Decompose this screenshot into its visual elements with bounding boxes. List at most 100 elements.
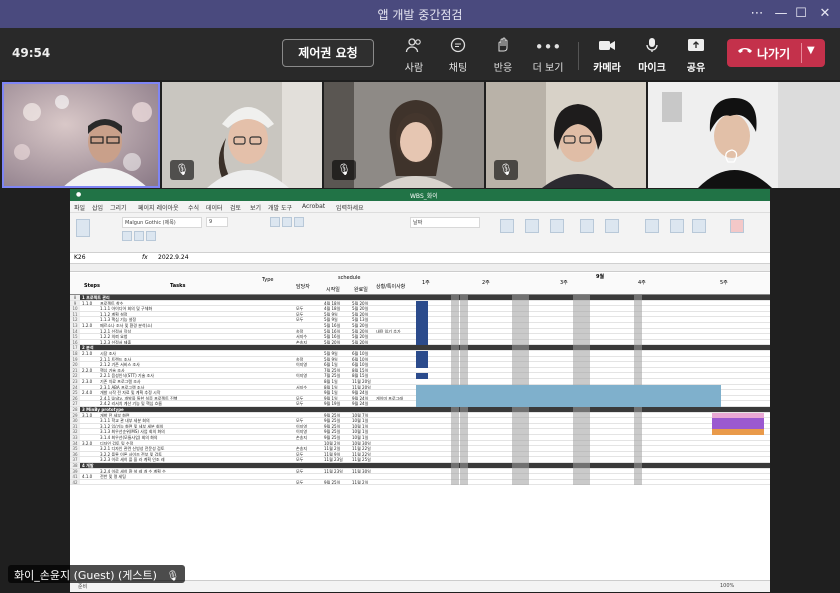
underline-icon[interactable]: [146, 231, 156, 241]
font-select[interactable]: Malgun Gothic (제목): [122, 217, 202, 228]
request-control-button[interactable]: 제어권 요청: [282, 39, 374, 67]
menu-item[interactable]: 데이터: [206, 203, 223, 212]
step-cell: 3.1.0: [82, 412, 93, 418]
camera-icon: [585, 37, 629, 57]
row-number: 36: [70, 451, 80, 456]
mic-label: 마이크: [638, 63, 666, 74]
acrobat-pdf-icon[interactable]: [730, 219, 744, 233]
gantt-bar: [416, 339, 429, 346]
participant-tile-4[interactable]: 🎙: [486, 82, 646, 188]
more-button[interactable]: ••• 더 보기: [526, 37, 570, 75]
leave-button[interactable]: 나가기 ▼: [727, 39, 825, 67]
table-row: 42 모두 9월 25일 11월 2일: [70, 479, 770, 486]
start-cell: 9월 25일: [324, 479, 341, 485]
more-label: 더 보기: [532, 63, 564, 74]
italic-icon[interactable]: [134, 231, 144, 241]
menu-item[interactable]: 검토: [230, 203, 241, 212]
menu-item[interactable]: 수식: [188, 203, 199, 212]
presenter-name-tag: 화이_손윤지 (Guest) (게스트) 🎙: [8, 565, 186, 583]
formula-input[interactable]: 2022.9.24: [158, 254, 189, 261]
excel-filename: WBS_화이: [410, 193, 438, 200]
autosave-label: ●: [76, 191, 82, 198]
week-label: 1주: [422, 280, 430, 286]
number-format-select[interactable]: 날짜: [410, 217, 480, 228]
camera-button[interactable]: 카메라: [585, 37, 629, 75]
conditional-format-icon[interactable]: [500, 219, 514, 233]
menu-item[interactable]: 보기: [250, 203, 261, 212]
align-left-icon[interactable]: [270, 217, 280, 227]
insert-cells-icon[interactable]: [580, 219, 594, 233]
participant-tile-3[interactable]: 🎙: [324, 82, 484, 188]
font-size-select[interactable]: 9: [206, 217, 228, 227]
sort-filter-icon[interactable]: [670, 219, 684, 233]
minimize-button[interactable]: —: [770, 4, 792, 24]
spreadsheet-grid[interactable]: Steps Tasks Type 담당자 schedule 시작일 완료일 상황…: [70, 273, 770, 579]
sum-icon[interactable]: [645, 219, 659, 233]
participant-tile-5[interactable]: [648, 82, 840, 188]
excel-titlebar: ● WBS_화이: [70, 189, 770, 201]
row-number: 12: [70, 317, 80, 322]
step-cell: 2.2.0: [82, 367, 93, 373]
mic-button[interactable]: 마이크: [630, 37, 674, 75]
close-button[interactable]: ✕: [814, 4, 836, 24]
align-center-icon[interactable]: [282, 217, 292, 227]
toolbar-divider: [578, 42, 579, 70]
delete-cells-icon[interactable]: [605, 219, 619, 233]
shared-screen[interactable]: ● WBS_화이 파일 삽입 그리기 페이지 레이아웃 수식 데이터 검토 보기…: [70, 189, 770, 592]
header-end: 완료일: [354, 287, 368, 293]
row-number: 18: [70, 351, 80, 356]
meeting-title: 앱 개발 중간점검: [377, 8, 463, 22]
participant-tile-2[interactable]: 🎙: [162, 82, 322, 188]
row-number: 11: [70, 311, 80, 316]
share-button[interactable]: 공유: [674, 37, 718, 75]
more-options-icon[interactable]: ⋯: [746, 4, 768, 24]
header-tasks: Tasks: [170, 283, 186, 289]
row-number: 13: [70, 323, 80, 328]
column-headers: [70, 264, 770, 272]
phone-hangup-icon: [737, 44, 753, 59]
gantt-bar: [711, 429, 764, 435]
step-cell: 3.2.0: [82, 440, 93, 446]
participant-tile-1[interactable]: [2, 82, 160, 188]
header-steps: Steps: [84, 283, 100, 289]
microphone-icon: [630, 37, 674, 57]
people-label: 사람: [404, 63, 424, 74]
window-titlebar: 앱 개발 중간점검 ⋯ — ☐ ✕: [0, 0, 840, 28]
menu-item[interactable]: 그리기: [110, 203, 127, 212]
formula-bar: K26 fx 2022.9.24: [70, 253, 770, 264]
row-number: 29: [70, 412, 80, 417]
zoom-level[interactable]: 100%: [720, 583, 734, 589]
menu-item[interactable]: 삽입: [92, 203, 103, 212]
menu-item[interactable]: 입력하세요: [336, 203, 364, 212]
header-type: Type: [262, 277, 274, 283]
end-cell: 11월 2일: [352, 479, 369, 485]
menu-item[interactable]: Acrobat: [302, 203, 325, 210]
people-icon: [392, 37, 436, 57]
chat-button[interactable]: 채팅: [436, 37, 480, 75]
camera-label: 카메라: [593, 63, 621, 74]
people-button[interactable]: 사람: [392, 37, 436, 75]
align-right-icon[interactable]: [294, 217, 304, 227]
participant-video-1: [2, 82, 160, 188]
bold-icon[interactable]: [122, 231, 132, 241]
paste-icon[interactable]: [76, 219, 90, 237]
menu-item[interactable]: 페이지 레이아웃: [138, 203, 179, 212]
row-number: 25: [70, 390, 80, 395]
step-cell: 1.2.0: [82, 323, 93, 328]
name-box[interactable]: K26: [74, 254, 86, 261]
week-label: 4주: [638, 280, 646, 286]
menu-item[interactable]: 파일: [74, 203, 85, 212]
cell-styles-icon[interactable]: [550, 219, 564, 233]
sheet-ready-label: 준비: [78, 584, 88, 590]
maximize-button[interactable]: ☐: [790, 4, 812, 24]
mic-off-icon: 🎙: [170, 160, 194, 180]
menu-item[interactable]: 개발 도구: [268, 203, 292, 212]
chevron-down-icon[interactable]: ▼: [807, 45, 815, 56]
row-number: 20: [70, 362, 80, 367]
react-button[interactable]: 반응: [481, 37, 525, 75]
fx-icon: fx: [142, 254, 148, 261]
row-number: 17: [70, 345, 80, 350]
table-format-icon[interactable]: [525, 219, 539, 233]
share-screen-icon: [674, 37, 718, 57]
find-icon[interactable]: [692, 219, 706, 233]
